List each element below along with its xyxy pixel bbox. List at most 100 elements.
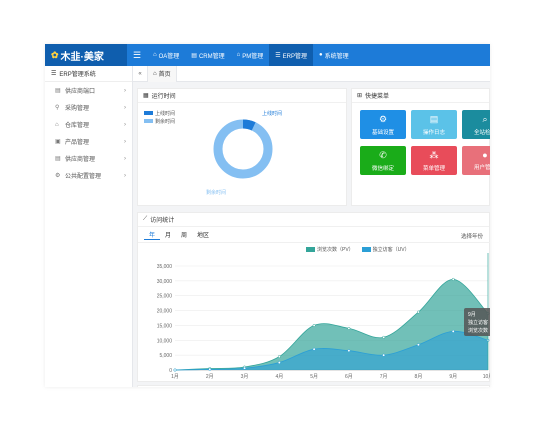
series-point[interactable] xyxy=(277,355,281,359)
quick-menu-card: ⊞ 快捷菜单 ⚙ 基础设置 ▤ 操作日志 ⌕ 全站检索 ✆ 微信绑定 ⁂ 菜单管理 ● 用户管理 xyxy=(351,88,490,206)
series-point[interactable] xyxy=(416,343,420,347)
x-tick-label: 4月 xyxy=(275,374,283,380)
doc-icon: ▤ xyxy=(55,156,61,162)
nav-item-label: CRM管理 xyxy=(198,53,225,60)
period-tab-1[interactable]: 月 xyxy=(160,229,176,240)
series-point[interactable] xyxy=(451,329,455,333)
sidebar-item-1[interactable]: ⚲ 采购管理 › xyxy=(45,99,132,116)
line-chart-icon: ⟋ xyxy=(143,216,148,222)
chevron-right-icon: › xyxy=(124,155,126,162)
x-tick-label: 9月 xyxy=(449,374,457,380)
y-tick-label: 30,000 xyxy=(157,279,173,285)
legend-item-uv[interactable]: 独立访客（UV） xyxy=(361,246,410,253)
x-tick-label: 2月 xyxy=(206,374,214,380)
tooltip-title: 9月 xyxy=(468,312,476,318)
gear-icon: ⚙ xyxy=(378,113,388,124)
series-point[interactable] xyxy=(208,367,212,371)
top-nav-menu: ⌂ OA管理 ▤ CRM管理 ⌂ PM管理 ☰ ERP管理 ● 系统管理 xyxy=(147,44,355,66)
series-point[interactable] xyxy=(173,368,177,372)
wechat-icon: ✆ xyxy=(379,149,387,160)
quick-button-4[interactable]: ⁂ 菜单管理 xyxy=(411,146,457,175)
box-icon: ▣ xyxy=(55,139,61,145)
y-tick-label: 20,000 xyxy=(157,309,173,315)
x-tick-label: 8月 xyxy=(415,374,423,380)
series-point[interactable] xyxy=(347,326,351,330)
nav-item-2[interactable]: ⌂ PM管理 xyxy=(231,44,270,66)
sidebar-item-label: 产品管理 xyxy=(65,140,90,146)
sidebar-item-label: 仓库管理 xyxy=(65,123,90,129)
donut-online-slice[interactable] xyxy=(242,119,256,131)
series-point[interactable] xyxy=(382,335,386,339)
x-tick-label: 7月 xyxy=(380,374,388,380)
y-tick-label: 10,000 xyxy=(157,338,173,344)
y-tick-label: 5,000 xyxy=(159,353,172,359)
nav-item-3[interactable]: ☰ ERP管理 xyxy=(269,44,314,66)
sidebar-item-4[interactable]: ▤ 供应商管理 › xyxy=(45,150,132,167)
sidebar-header: ☰ ERP管理系统 xyxy=(45,66,132,82)
quick-button-label: 全站检索 xyxy=(473,129,490,136)
chevron-right-icon: › xyxy=(124,138,126,145)
visits-card-title: 访问统计 xyxy=(150,218,175,224)
sidebar-item-5[interactable]: ⚙ 公共配置管理 › xyxy=(45,167,132,184)
sidebar-item-0[interactable]: ▤ 供应商端口 › xyxy=(45,82,132,99)
visits-legend: 浏览次数（PV） 独立访客（UV） xyxy=(306,246,410,253)
legend-swatch-pv xyxy=(306,247,315,253)
series-point[interactable] xyxy=(312,323,316,327)
menu-icon[interactable]: ☰ xyxy=(133,50,147,61)
runtime-card-header: ▦ 运行时间 xyxy=(138,89,346,103)
quick-button-label: 操作日志 xyxy=(422,129,445,136)
runtime-card-title: 运行时间 xyxy=(151,94,176,100)
series-point[interactable] xyxy=(347,349,351,353)
donut-label-remaining: 剩余时间 xyxy=(206,189,226,196)
period-tab-0[interactable]: 年 xyxy=(144,229,161,240)
list-icon: ☰ xyxy=(275,52,281,59)
quick-button-1[interactable]: ▤ 操作日志 xyxy=(411,110,457,139)
quick-button-2[interactable]: ⌕ 全站检索 xyxy=(462,110,490,139)
double-chevron-left-icon[interactable]: « xyxy=(133,71,147,77)
tooltip-line-uv: 独立访客（UV）: 10,000 xyxy=(468,319,490,326)
next-card xyxy=(137,385,490,387)
x-tick-label: 6月 xyxy=(345,374,353,380)
quick-button-0[interactable]: ⚙ 基础设置 xyxy=(360,110,406,139)
x-tick-label: 1月 xyxy=(171,374,179,380)
series-point[interactable] xyxy=(451,277,455,281)
x-tick-label: 5月 xyxy=(310,374,318,380)
tab-home[interactable]: ⌂ 首页 xyxy=(147,65,177,82)
sidebar-menu: ▤ 供应商端口 › ⚲ 采购管理 › ⌂ 仓库管理 › ▣ 产品管理 › ▤ 供应商管理 › ⚙ 公共配置管理 › xyxy=(45,82,132,184)
brand-name: 木韭·美家 xyxy=(60,51,104,63)
series-point[interactable] xyxy=(416,310,420,314)
period-tab-3[interactable]: 地区 xyxy=(192,229,214,240)
series-point[interactable] xyxy=(312,347,316,351)
quick-button-3[interactable]: ✆ 微信绑定 xyxy=(360,146,406,175)
app-window: ✿ 木韭·美家 ☰ ⌂ OA管理 ▤ CRM管理 ⌂ PM管理 ☰ ERP管理 ● 系统管理 ☰ … xyxy=(45,44,490,387)
quick-button-label: 基础设置 xyxy=(371,129,394,136)
home-icon: ⌂ xyxy=(153,52,157,58)
quick-button-5[interactable]: ● 用户管理 xyxy=(462,146,490,175)
sidebar-item-3[interactable]: ▣ 产品管理 › xyxy=(45,133,132,150)
nav-item-0[interactable]: ⌂ OA管理 xyxy=(147,44,185,66)
donut-label-online: 上线时间 xyxy=(262,110,282,117)
y-tick-label: 25,000 xyxy=(157,294,173,300)
gear-icon: ⚙ xyxy=(55,173,61,179)
nav-item-label: ERP管理 xyxy=(282,53,308,60)
nav-item-label: OA管理 xyxy=(158,53,180,60)
sidebar-title: ERP管理系统 xyxy=(59,72,96,78)
period-tab-2[interactable]: 周 xyxy=(176,229,192,240)
series-point[interactable] xyxy=(382,353,386,357)
nav-item-4[interactable]: ● 系统管理 xyxy=(313,44,355,66)
tab-home-label: 首页 xyxy=(158,72,171,78)
year-select[interactable]: 选择年份 xyxy=(461,232,483,240)
pin-icon: ⚲ xyxy=(55,105,60,111)
sidebar-item-2[interactable]: ⌂ 仓库管理 › xyxy=(45,116,132,133)
legend-item-pv[interactable]: 浏览次数（PV） xyxy=(306,246,354,253)
nav-item-1[interactable]: ▤ CRM管理 xyxy=(185,44,230,66)
visits-card: ⟋ 访问统计 年月周地区 选择年份 浏览次数（PV） 独立访客（UV） 0 5,0… xyxy=(137,212,490,382)
warehouse-icon: ⌂ xyxy=(55,121,59,128)
series-point[interactable] xyxy=(243,366,247,370)
doc-icon: ▤ xyxy=(191,52,197,59)
series-point[interactable] xyxy=(277,361,281,365)
donut-remaining-ring[interactable] xyxy=(213,119,273,179)
visits-area-chart: 05,00010,00015,00020,00025,00030,00035,0… xyxy=(157,253,490,380)
user-icon: ● xyxy=(482,150,488,160)
brand-logo[interactable]: ✿ 木韭·美家 xyxy=(45,44,127,66)
